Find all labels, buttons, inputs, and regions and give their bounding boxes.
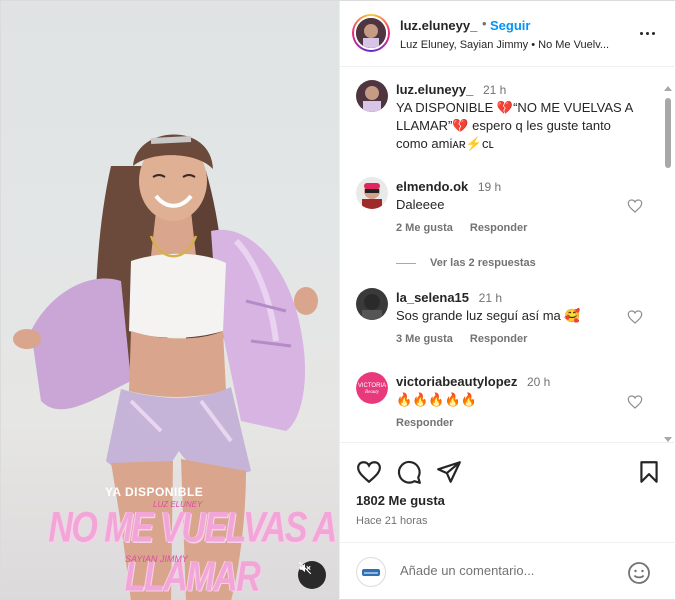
comment-username[interactable]: victoriabeautylopez: [396, 374, 517, 389]
comment-username[interactable]: elmendo.ok: [396, 179, 468, 194]
like-heart-icon[interactable]: [356, 459, 382, 485]
save-bookmark-icon[interactable]: [636, 459, 662, 485]
comment-meta: Responder: [396, 417, 467, 429]
mute-button[interactable]: [298, 561, 326, 589]
overlay-featuring: SAYIAN JIMMY: [125, 554, 188, 564]
reply-button[interactable]: Responder: [396, 417, 453, 429]
overlay-song-title: NO ME VUELVAS A LLAMAR: [48, 504, 337, 600]
svg-text:VICTORIA: VICTORIA: [358, 383, 386, 389]
comments-scrollbar[interactable]: [662, 84, 672, 442]
like-comment-heart-icon[interactable]: [627, 198, 643, 214]
separator-dot: •: [482, 16, 487, 31]
more-options-icon[interactable]: [636, 25, 658, 41]
audio-attribution[interactable]: Luz Eluney, Sayian Jimmy • No Me Vuelv..…: [400, 39, 609, 51]
author-username[interactable]: luz.eluneyy_: [400, 18, 477, 33]
comment-bubble-icon[interactable]: [396, 459, 422, 485]
like-comment-heart-icon[interactable]: [627, 309, 643, 325]
post-actions: 1802 Me gusta Hace 21 horas: [340, 442, 676, 542]
post-timestamp: Hace 21 horas: [356, 515, 428, 527]
caption-username[interactable]: luz.eluneyy_: [396, 82, 473, 97]
author-avatar[interactable]: [352, 14, 390, 52]
comment-time: 21 h: [478, 291, 502, 305]
emoji-icon[interactable]: [627, 561, 651, 585]
share-paper-plane-icon[interactable]: [436, 459, 462, 485]
post-dialog: YA DISPONIBLE LUZ ELUNEY NO ME VUELVAS A…: [0, 0, 676, 600]
avatar[interactable]: VICTORIA Beauty: [356, 372, 388, 404]
avatar[interactable]: [356, 80, 388, 112]
like-comment-heart-icon[interactable]: [627, 394, 643, 410]
comment-time: 19 h: [477, 180, 502, 194]
current-user-avatar: [356, 557, 386, 587]
comment-time: 20 h: [527, 375, 551, 389]
reply-button[interactable]: Responder: [470, 333, 527, 345]
speaker-muted-icon: [298, 561, 312, 575]
scrollbar-thumb[interactable]: [665, 98, 671, 168]
svg-text:Beauty: Beauty: [365, 390, 380, 395]
comment-composer: [340, 542, 676, 600]
caption-line-3: como amiᴀʀ⚡ᴄʟ: [396, 136, 494, 151]
post-header: luz.eluneyy_ • Seguir Luz Eluney, Sayian…: [340, 1, 676, 67]
comment-likes[interactable]: 3 Me gusta: [396, 333, 453, 345]
avatar[interactable]: [356, 288, 388, 320]
comment-text: Sos grande luz seguí así ma 🥰: [396, 308, 581, 323]
comment-meta: 2 Me gusta Responder: [396, 222, 541, 234]
comment-input[interactable]: [400, 563, 620, 578]
reply-button[interactable]: Responder: [470, 222, 527, 234]
follow-button[interactable]: Seguir: [490, 18, 530, 33]
avatar[interactable]: [356, 177, 388, 209]
view-replies-button[interactable]: Ver las 2 respuestas: [396, 257, 536, 269]
likes-count[interactable]: 1802 Me gusta: [356, 493, 445, 508]
overlay-ya-disponible: YA DISPONIBLE: [105, 485, 204, 499]
comment-username[interactable]: la_selena15: [396, 290, 469, 305]
comment-text: 🔥🔥🔥🔥🔥: [396, 392, 477, 407]
comments-list[interactable]: luz.eluneyy_ 21 h YA DISPONIBLE 💔“NO ME …: [340, 68, 676, 441]
comment-text: Daleeee: [396, 197, 445, 212]
comment-likes[interactable]: 2 Me gusta: [396, 222, 453, 234]
reel-video[interactable]: YA DISPONIBLE LUZ ELUNEY NO ME VUELVAS A…: [1, 1, 339, 600]
post-side-panel: luz.eluneyy_ • Seguir Luz Eluney, Sayian…: [339, 1, 676, 600]
view-replies-label: Ver las 2 respuestas: [430, 257, 536, 269]
divider-line: [396, 262, 416, 264]
caption-line-1: YA DISPONIBLE 💔“NO ME VUELVAS A: [396, 100, 634, 115]
comment-meta: 3 Me gusta Responder: [396, 333, 541, 345]
scroll-up-arrow-icon[interactable]: [664, 86, 672, 91]
caption-time: 21 h: [482, 83, 507, 97]
caption-line-2: LLAMAR”💔 espero q les guste tanto: [396, 118, 611, 133]
